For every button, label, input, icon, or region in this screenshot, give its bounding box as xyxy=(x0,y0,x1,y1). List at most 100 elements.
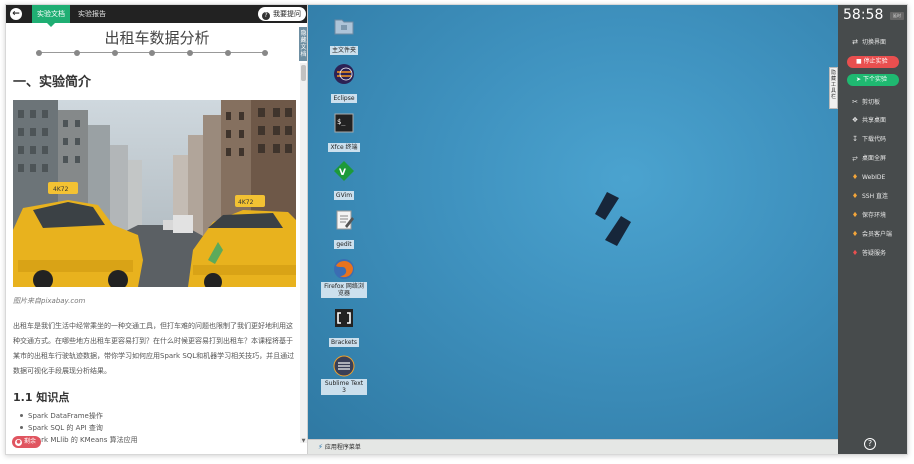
step-dot[interactable] xyxy=(262,50,268,56)
hide-doc-tab[interactable]: 隐藏文档 xyxy=(299,27,307,61)
member-client-label: 会员客户端 xyxy=(862,231,893,238)
firefox-icon xyxy=(333,258,355,280)
member-client-button[interactable]: ♦ 会员客户端 xyxy=(851,227,892,241)
share-desktop-button[interactable]: ❖ 共享桌面 xyxy=(851,113,886,127)
svg-text:4K72: 4K72 xyxy=(53,186,69,193)
next-lab-button[interactable]: ➤ 下个实验 xyxy=(847,74,899,86)
ask-question-button[interactable]: ? 我要提问 xyxy=(258,7,306,21)
image-caption: 图片来自pixabay.com xyxy=(13,297,86,305)
taxi-street-illustration: 4K72 4K72 xyxy=(13,100,296,287)
desktop-taskbar: ⚡ 应用程序菜单 xyxy=(308,439,838,454)
taxi-photo: 4K72 4K72 xyxy=(13,100,296,287)
doc-scroll-thumb[interactable] xyxy=(301,65,306,81)
diamond-icon: ♦ xyxy=(851,173,859,181)
extend-time-button[interactable]: 延时 xyxy=(890,12,904,20)
desktop-icon-label: Eclipse xyxy=(331,94,357,103)
knowledge-points-list: Spark DataFrame操作 Spark SQL 的 API 查询 Spa… xyxy=(20,410,290,446)
doc-panel: ← 实验文档 实验报告 ?我要提问 出租车数据分析 隐藏文档 ▼ 一、实验简介 xyxy=(6,5,308,454)
share-desktop-label: 共享桌面 xyxy=(862,117,887,124)
desktop-icon-terminal[interactable]: $_ Xfce 终端 xyxy=(320,112,368,153)
app-menu-icon: ⚡ xyxy=(318,443,323,451)
diamond-icon: ♦ xyxy=(851,249,859,257)
desktop-icon-label: Firefox 网络浏览器 xyxy=(321,282,367,298)
intro-paragraph: 出租车是我们生活中经常乘坐的一种交通工具，但打车难的问题也限制了我们更好地利用这… xyxy=(13,322,295,375)
expand-icon: ⥂ xyxy=(852,154,858,162)
help-icon[interactable]: ? xyxy=(864,438,876,450)
scissors-icon: ✂ xyxy=(852,98,858,106)
share-icon: ❖ xyxy=(851,116,859,124)
scroll-down-arrow-icon[interactable]: ▼ xyxy=(300,437,307,445)
next-lab-label: 下个实验 xyxy=(862,76,887,83)
applications-menu[interactable]: ⚡ 应用程序菜单 xyxy=(318,442,361,453)
step-dot[interactable] xyxy=(187,50,193,56)
desktop-icon-label: GVim xyxy=(333,191,355,200)
remote-desktop[interactable]: 主文件夹 Eclipse $_ Xfce 终端 V GVim gedit Fir… xyxy=(308,5,838,439)
gedit-icon xyxy=(333,209,355,231)
doc-title: 出租车数据分析 xyxy=(104,29,210,47)
brackets-icon xyxy=(333,307,355,329)
shuffle-icon: ⇄ xyxy=(852,38,858,46)
svg-text:4K72: 4K72 xyxy=(238,199,254,206)
step-dot[interactable] xyxy=(149,50,155,56)
stop-lab-label: 停止实验 xyxy=(863,58,888,65)
doc-scrollbar[interactable] xyxy=(300,63,307,443)
back-arrow-icon[interactable]: ← xyxy=(10,8,22,20)
tab-lab-doc[interactable]: 实验文档 xyxy=(32,5,70,27)
clipboard-button[interactable]: ✂ 剪切板 xyxy=(851,95,880,109)
terminal-icon: $_ xyxy=(333,112,355,134)
tab-lab-report[interactable]: 实验报告 xyxy=(78,5,106,23)
desktop-icon-eclipse[interactable]: Eclipse xyxy=(320,63,368,104)
qa-service-button[interactable]: ♦ 答疑服务 xyxy=(851,246,886,260)
diamond-icon: ♦ xyxy=(851,211,859,219)
desktop-icon-home-folder[interactable]: 主文件夹 xyxy=(320,15,368,56)
arrow-right-icon: ➤ xyxy=(856,76,863,83)
clock-icon: ● xyxy=(15,439,22,446)
clipboard-label: 剪切板 xyxy=(862,99,881,106)
step-dot[interactable] xyxy=(112,50,118,56)
hide-toolbar-tab[interactable]: 隐藏工具栏 xyxy=(829,67,838,109)
app-window: ← 实验文档 实验报告 ?我要提问 出租车数据分析 隐藏文档 ▼ 一、实验简介 xyxy=(5,4,908,455)
desktop-icon-sublime[interactable]: Sublime Text 3 xyxy=(320,355,368,396)
webide-button[interactable]: ♦ WebIDE xyxy=(851,170,885,184)
diamond-icon: ♦ xyxy=(851,230,859,238)
download-code-button[interactable]: ↧ 下载代码 xyxy=(851,132,886,146)
desktop-icon-firefox[interactable]: Firefox 网络浏览器 xyxy=(320,258,368,299)
sublime-icon xyxy=(333,355,355,377)
desktop-icon-gvim[interactable]: V GVim xyxy=(320,160,368,201)
ssh-connect-label: SSH 直连 xyxy=(862,193,889,200)
download-icon: ↧ xyxy=(852,135,858,143)
desktop-icon-label: Xfce 终端 xyxy=(328,143,360,152)
doc-topbar: ← 实验文档 实验报告 ? 我要提问 xyxy=(6,5,307,27)
diamond-icon: ♦ xyxy=(851,192,859,200)
section-heading: 一、实验简介 xyxy=(13,75,92,90)
app-menu-label: 应用程序菜单 xyxy=(324,444,361,451)
save-env-button[interactable]: ♦ 保存环境 xyxy=(851,208,886,222)
desktop-icon-label: 主文件夹 xyxy=(329,46,358,55)
switch-view-label: 切换界面 xyxy=(862,39,887,46)
gvim-icon: V xyxy=(333,160,355,182)
fullscreen-button[interactable]: ⥂ 桌面全屏 xyxy=(851,151,886,165)
desktop-icon-gedit[interactable]: gedit xyxy=(320,209,368,250)
ssh-connect-button[interactable]: ♦ SSH 直连 xyxy=(851,189,888,203)
download-code-label: 下载代码 xyxy=(862,136,887,143)
step-dot[interactable] xyxy=(225,50,231,56)
knowledge-points-heading: 1.1 知识点 xyxy=(13,391,70,404)
countdown-timer: 58:58 xyxy=(843,7,884,23)
remaining-time-label: 剩余 xyxy=(24,438,37,445)
tools-panel: 58:58 延时 ⇄ 切换界面 ■ 停止实验 ➤ 下个实验 ✂ 剪切板 ❖ 共享桌面 … xyxy=(838,5,907,454)
list-item: Spark SQL 的 API 查询 xyxy=(20,422,290,434)
webide-label: WebIDE xyxy=(862,174,886,181)
step-dot[interactable] xyxy=(36,50,42,56)
svg-text:$_: $_ xyxy=(337,118,346,126)
step-dot[interactable] xyxy=(74,50,80,56)
desktop-icon-label: gedit xyxy=(334,240,354,249)
stop-lab-button[interactable]: ■ 停止实验 xyxy=(847,56,899,68)
qa-service-label: 答疑服务 xyxy=(862,250,887,257)
ask-question-label: 我要提问 xyxy=(273,10,301,18)
save-env-label: 保存环境 xyxy=(862,212,887,219)
list-item: Spark DataFrame操作 xyxy=(20,410,290,422)
switch-view-button[interactable]: ⇄ 切换界面 xyxy=(851,35,886,49)
eclipse-icon xyxy=(333,63,355,85)
desktop-icon-brackets[interactable]: Brackets xyxy=(320,307,368,348)
remaining-time-badge[interactable]: ● 剩余 xyxy=(12,436,42,448)
